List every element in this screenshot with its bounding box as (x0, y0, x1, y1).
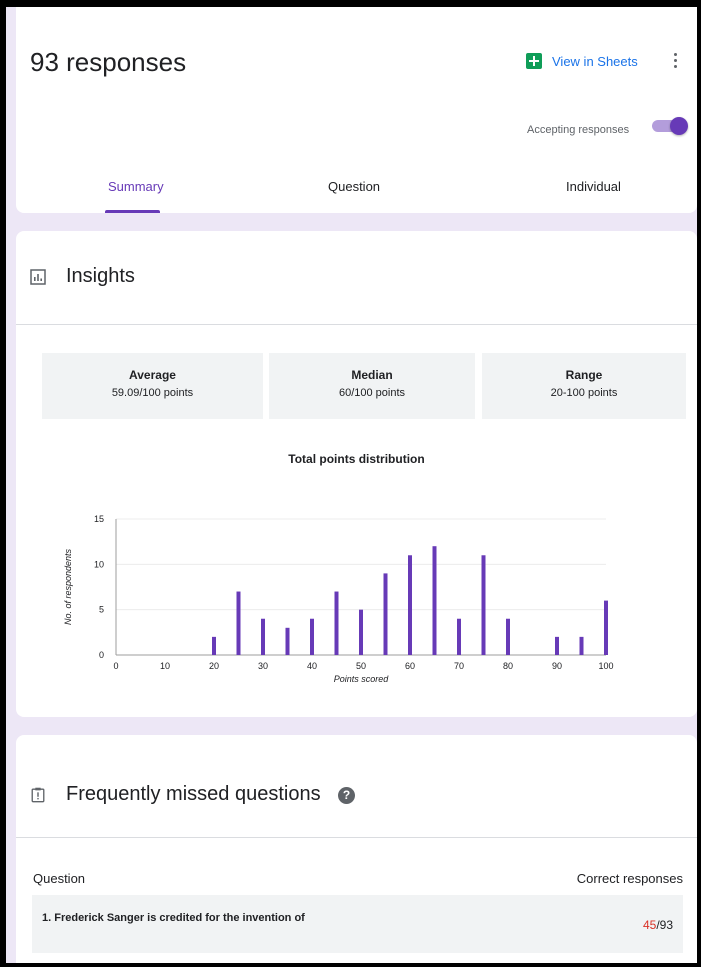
y-tick-label: 15 (94, 514, 104, 524)
forms-responses-frame: 93 responses View in Sheets Accepting re… (6, 7, 697, 963)
help-icon[interactable]: ? (338, 787, 355, 804)
view-in-sheets-label: View in Sheets (552, 53, 638, 69)
chart-bar (408, 555, 412, 655)
insights-card: Insights Average 59.09/100 points Median… (16, 231, 697, 717)
column-header-correct: Correct responses (576, 871, 683, 886)
x-tick-label: 70 (454, 661, 464, 671)
accepting-responses-label: Accepting responses (527, 124, 630, 136)
y-tick-label: 0 (99, 650, 104, 660)
chart-bar (334, 591, 339, 655)
y-tick-label: 10 (94, 559, 104, 569)
sheets-icon (526, 53, 542, 69)
tab-individual[interactable]: Individual (566, 179, 621, 194)
chart-bar (579, 636, 584, 655)
chart-bar (555, 636, 559, 655)
chart-bar (457, 618, 461, 655)
active-tab-indicator (105, 210, 160, 213)
missed-questions-title: Frequently missed questions (66, 783, 321, 805)
view-in-sheets-button[interactable]: View in Sheets (526, 53, 638, 69)
tab-question[interactable]: Question (328, 179, 380, 194)
points-distribution-chart: 0 5 10 15 0 10 20 30 40 50 60 70 80 90 100 Points score… (63, 514, 614, 684)
missed-questions-card: Frequently missed questions ? Question C… (16, 735, 697, 963)
chart-bar (285, 627, 290, 655)
missed-question-row[interactable]: 1. Frederick Sanger is credited for the … (32, 895, 683, 953)
clipboard-alert-icon (31, 787, 45, 803)
chart-bar (383, 573, 388, 655)
x-tick-label: 0 (113, 661, 118, 671)
chart-bar (212, 636, 216, 655)
toggle-knob (670, 117, 688, 135)
chart-bar (432, 546, 437, 655)
y-tick-label: 5 (99, 605, 104, 615)
responses-header-card: 93 responses View in Sheets Accepting re… (16, 7, 697, 213)
question-score: 45/93 (643, 918, 673, 932)
x-tick-label: 80 (503, 661, 513, 671)
chart-bar (359, 609, 363, 655)
x-tick-label: 50 (356, 661, 366, 671)
chart-bar (261, 618, 265, 655)
total-count: /93 (656, 918, 673, 932)
page-title: 93 responses (30, 47, 187, 77)
accepting-responses-toggle[interactable] (649, 115, 689, 137)
chart-bar (604, 600, 608, 655)
missed-divider (16, 837, 697, 838)
x-tick-label: 30 (258, 661, 268, 671)
x-axis-label: Points scored (334, 674, 390, 684)
chart-bar (236, 591, 241, 655)
x-tick-label: 20 (209, 661, 219, 671)
question-text: 1. Frederick Sanger is credited for the … (42, 912, 305, 924)
x-tick-label: 90 (552, 661, 562, 671)
tab-summary[interactable]: Summary (108, 179, 164, 194)
chart-bar (506, 618, 510, 655)
x-tick-label: 60 (405, 661, 415, 671)
correct-count: 45 (642, 918, 657, 932)
x-tick-label: 10 (160, 661, 170, 671)
chart-bar (310, 618, 314, 655)
more-options-icon[interactable] (668, 49, 682, 71)
chart-bar (481, 555, 486, 655)
x-tick-label: 100 (598, 661, 613, 671)
column-header-question: Question (33, 871, 86, 886)
y-axis-label: No. of respondents (63, 548, 73, 625)
x-tick-label: 40 (307, 661, 317, 671)
